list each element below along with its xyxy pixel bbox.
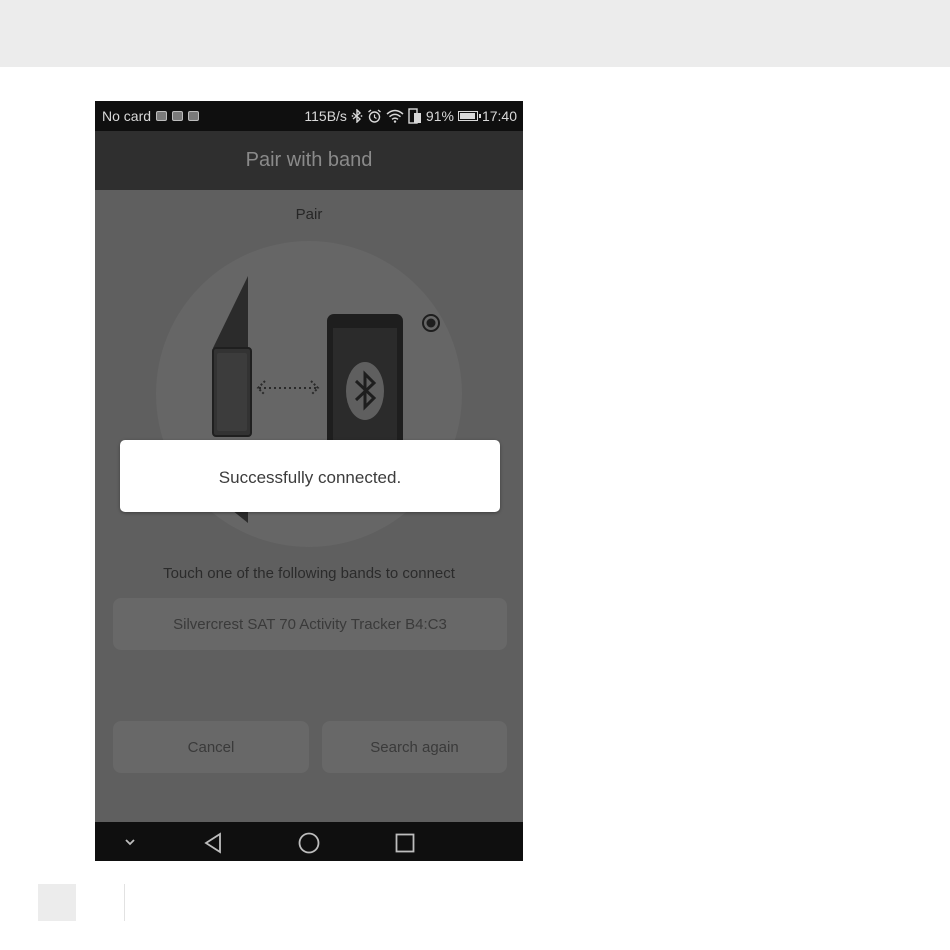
home-icon[interactable] xyxy=(298,832,320,854)
cancel-label: Cancel xyxy=(187,739,235,756)
toast-message: Successfully connected. xyxy=(218,468,402,487)
chevron-down-icon[interactable] xyxy=(123,837,137,847)
page-header-band xyxy=(0,0,950,67)
search-again-button[interactable]: Search again xyxy=(322,721,507,773)
recents-icon[interactable] xyxy=(395,833,415,853)
back-icon[interactable] xyxy=(203,832,223,854)
search-again-label: Search again xyxy=(370,739,459,756)
connect-prompt: Touch one of the following bands to conn… xyxy=(163,565,455,582)
page-divider xyxy=(124,884,125,921)
success-toast: Successfully connected. xyxy=(120,440,500,512)
radio-dot-icon xyxy=(422,314,440,332)
page-tab xyxy=(38,884,76,921)
navigation-bar xyxy=(95,822,523,861)
cancel-button[interactable]: Cancel xyxy=(113,721,309,773)
phone-screenshot: No card 115B/s 91% 17:40 Pair with band … xyxy=(95,101,523,861)
bluetooth-icon xyxy=(346,362,384,420)
device-name: Silvercrest SAT 70 Activity Tracker B4:C… xyxy=(173,616,447,633)
dotted-arrow-icon xyxy=(256,380,320,396)
device-list-item[interactable]: Silvercrest SAT 70 Activity Tracker B4:C… xyxy=(113,598,507,650)
